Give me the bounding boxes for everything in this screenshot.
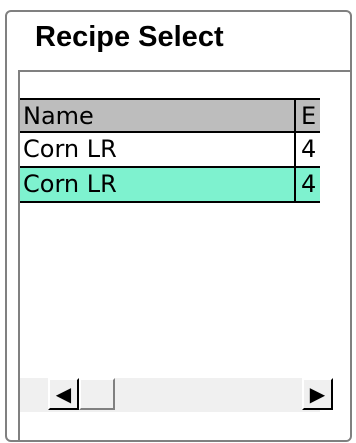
recipe-select-panel: Recipe Select Name E Corn LR 4 Corn LR 4… [5, 10, 352, 442]
cell-second[interactable]: 4 [296, 133, 320, 166]
scroll-thumb[interactable] [79, 378, 115, 410]
cell-name[interactable]: Corn LR [20, 133, 296, 166]
scroll-left-button[interactable]: ◀ [48, 378, 79, 410]
grid-viewport: Name E Corn LR 4 Corn LR 4 [20, 72, 320, 377]
table-row-selected[interactable]: Corn LR 4 [20, 168, 320, 203]
recipe-grid: Name E Corn LR 4 Corn LR 4 ◀ ▶ [18, 70, 350, 440]
column-header-name[interactable]: Name [20, 100, 296, 133]
cell-name[interactable]: Corn LR [20, 168, 296, 201]
scroll-right-button[interactable]: ▶ [302, 378, 333, 410]
arrow-right-icon: ▶ [309, 382, 326, 406]
table-header-row: Name E [20, 98, 320, 133]
table-row[interactable]: Corn LR 4 [20, 133, 320, 168]
horizontal-scrollbar[interactable]: ◀ ▶ [20, 378, 333, 412]
column-header-second[interactable]: E [296, 100, 320, 133]
panel-title: Recipe Select [35, 21, 224, 53]
arrow-left-icon: ◀ [55, 382, 72, 406]
cell-second[interactable]: 4 [296, 168, 320, 201]
